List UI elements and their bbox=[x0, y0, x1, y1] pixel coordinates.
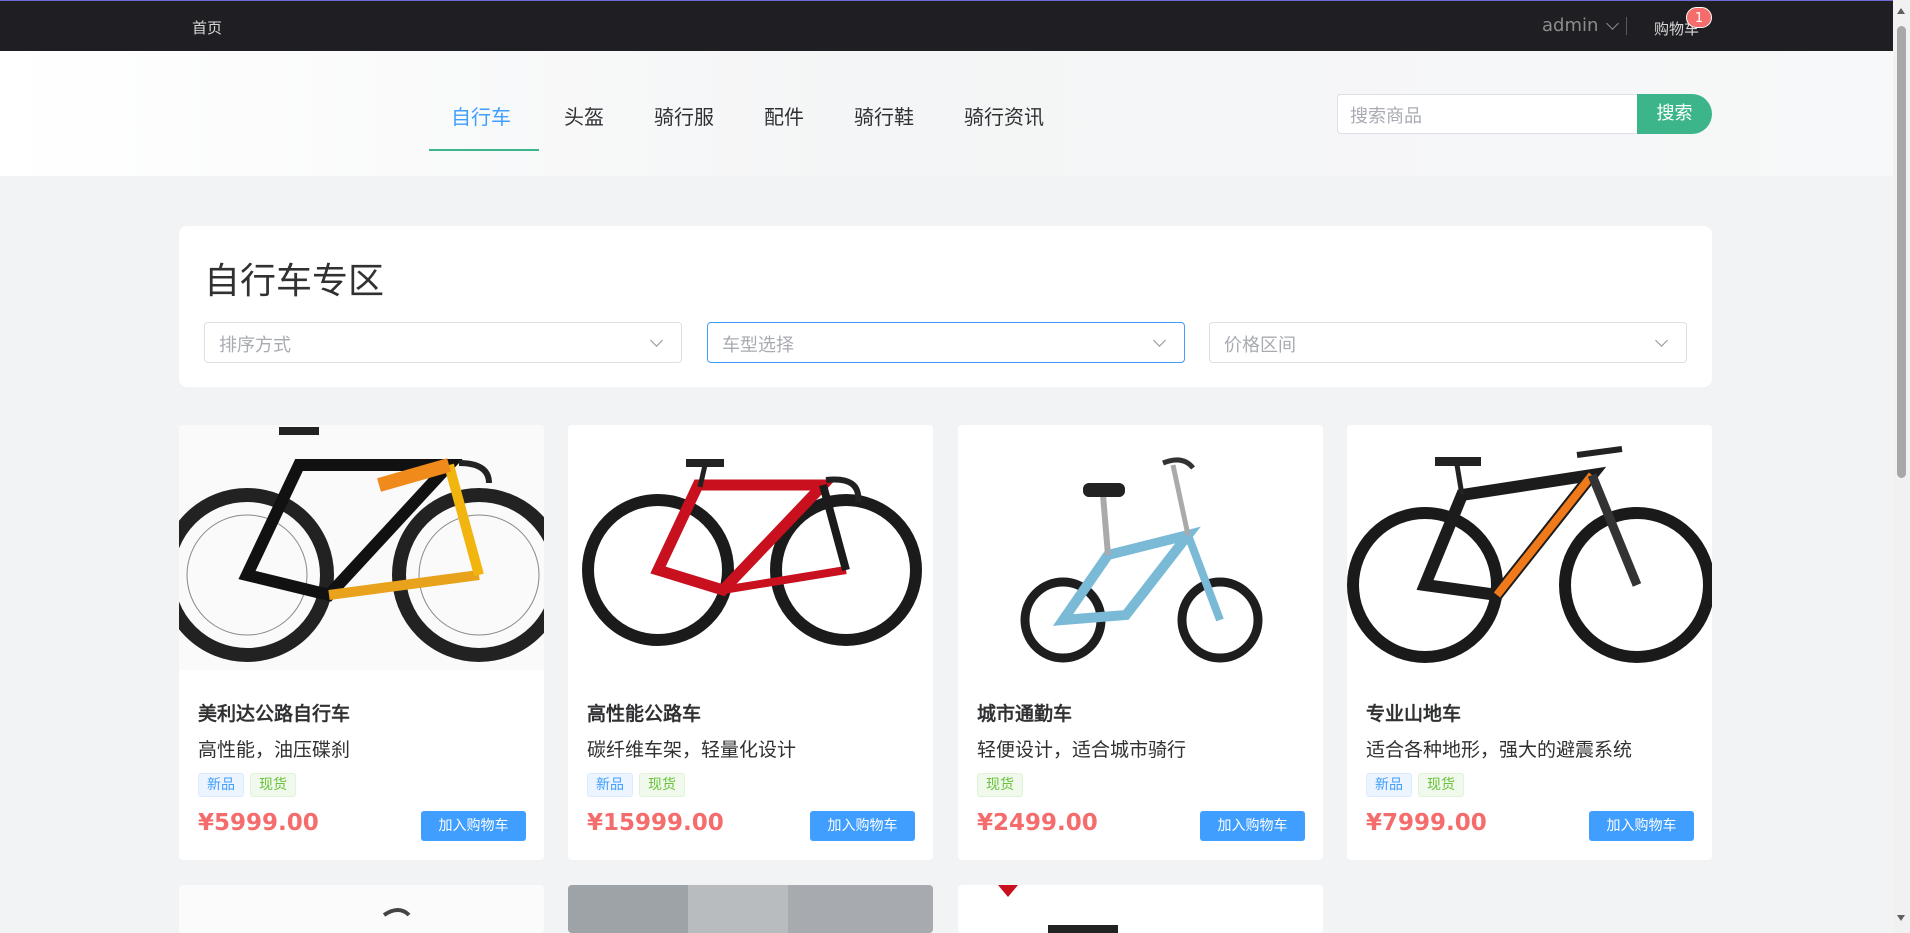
tag-in-stock: 现货 bbox=[977, 773, 1023, 797]
add-to-cart-button[interactable]: 加入购物车 bbox=[421, 811, 526, 841]
product-image bbox=[179, 885, 544, 933]
chevron-down-icon bbox=[1655, 334, 1668, 347]
filter-panel: 自行车专区 排序方式 车型选择 价格区间 bbox=[179, 226, 1712, 387]
tag-in-stock: 现货 bbox=[639, 773, 685, 797]
page-scrollbar[interactable] bbox=[1893, 0, 1910, 933]
product-card[interactable]: 专业山地车 适合各种地形，强大的避震系统 新品 现货 ¥7999.00 加入购物… bbox=[1347, 425, 1712, 860]
tag-in-stock: 现货 bbox=[250, 773, 296, 797]
product-card[interactable]: 美利达公路自行车 高性能，油压碟刹 新品 现货 ¥5999.00 加入购物车 bbox=[179, 425, 544, 860]
product-image bbox=[958, 425, 1323, 670]
tag-new: 新品 bbox=[587, 773, 633, 797]
tag-new: 新品 bbox=[1366, 773, 1412, 797]
sort-select[interactable]: 排序方式 bbox=[204, 322, 682, 363]
product-card[interactable] bbox=[958, 885, 1323, 933]
add-to-cart-button[interactable]: 加入购物车 bbox=[810, 811, 915, 841]
product-image bbox=[568, 885, 933, 933]
divider bbox=[1626, 17, 1627, 35]
product-card[interactable] bbox=[568, 885, 933, 933]
cart-count-badge: 1 bbox=[1686, 7, 1712, 28]
username: admin bbox=[1542, 15, 1599, 36]
tab-shoes[interactable]: 骑行鞋 bbox=[854, 101, 914, 130]
user-menu[interactable]: admin bbox=[1542, 15, 1620, 36]
product-description: 高性能，油压碟刹 bbox=[198, 739, 351, 761]
chevron-down-icon bbox=[650, 334, 663, 347]
product-image bbox=[179, 425, 544, 670]
active-tab-indicator bbox=[429, 149, 539, 151]
product-name: 专业山地车 bbox=[1366, 703, 1462, 725]
product-name: 美利达公路自行车 bbox=[198, 703, 351, 725]
product-card[interactable]: 城市通勤车 轻便设计，适合城市骑行 现货 ¥2499.00 加入购物车 bbox=[958, 425, 1323, 860]
tab-news[interactable]: 骑行资讯 bbox=[964, 101, 1044, 130]
scroll-down-icon[interactable] bbox=[1897, 915, 1905, 921]
product-name: 高性能公路车 bbox=[587, 703, 702, 725]
tab-accessories[interactable]: 配件 bbox=[764, 101, 804, 130]
sort-select-placeholder: 排序方式 bbox=[219, 335, 291, 356]
add-to-cart-button[interactable]: 加入购物车 bbox=[1200, 811, 1305, 841]
type-select[interactable]: 车型选择 bbox=[707, 322, 1185, 363]
product-description: 适合各种地形，强大的避震系统 bbox=[1366, 739, 1633, 761]
product-price: ¥2499.00 bbox=[977, 810, 1098, 836]
product-description: 碳纤维车架，轻量化设计 bbox=[587, 739, 797, 761]
scroll-up-icon[interactable] bbox=[1897, 8, 1905, 14]
add-to-cart-button[interactable]: 加入购物车 bbox=[1589, 811, 1694, 841]
top-bar: 首页 admin 购物车 1 bbox=[0, 0, 1893, 51]
scroll-thumb[interactable] bbox=[1897, 26, 1906, 478]
tab-bicycle[interactable]: 自行车 bbox=[451, 101, 511, 130]
tab-helmet[interactable]: 头盔 bbox=[564, 101, 604, 130]
product-image bbox=[958, 885, 1323, 933]
tag-in-stock: 现货 bbox=[1418, 773, 1464, 797]
chevron-down-icon bbox=[1606, 16, 1620, 30]
type-select-placeholder: 车型选择 bbox=[722, 335, 794, 356]
tag-new: 新品 bbox=[198, 773, 244, 797]
product-card[interactable]: 高性能公路车 碳纤维车架，轻量化设计 新品 现货 ¥15999.00 加入购物车 bbox=[568, 425, 933, 860]
product-price: ¥7999.00 bbox=[1366, 810, 1487, 836]
product-image bbox=[1347, 425, 1712, 670]
tab-apparel[interactable]: 骑行服 bbox=[654, 101, 714, 130]
section-title: 自行车专区 bbox=[204, 261, 385, 302]
product-description: 轻便设计，适合城市骑行 bbox=[977, 739, 1187, 761]
main-nav: 自行车 头盔 骑行服 配件 骑行鞋 骑行资讯 搜索商品 搜索 bbox=[0, 51, 1893, 176]
product-price: ¥5999.00 bbox=[198, 810, 319, 836]
search-input[interactable]: 搜索商品 bbox=[1337, 94, 1639, 134]
search-button[interactable]: 搜索 bbox=[1637, 94, 1712, 134]
chevron-down-icon bbox=[1153, 334, 1166, 347]
product-image bbox=[568, 425, 933, 670]
price-select-placeholder: 价格区间 bbox=[1224, 335, 1296, 356]
price-range-select[interactable]: 价格区间 bbox=[1209, 322, 1687, 363]
product-price: ¥15999.00 bbox=[587, 810, 724, 836]
home-link[interactable]: 首页 bbox=[192, 17, 222, 38]
product-card[interactable] bbox=[179, 885, 544, 933]
product-name: 城市通勤车 bbox=[977, 703, 1073, 725]
